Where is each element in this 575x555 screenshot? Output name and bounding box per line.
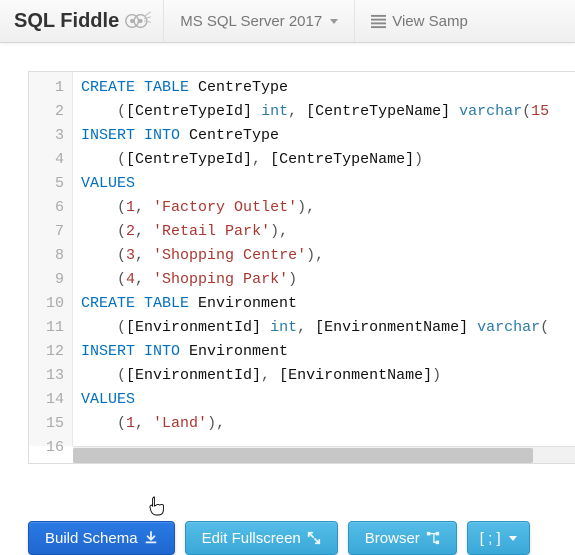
line-number: 15 <box>29 412 64 436</box>
action-buttons: Build Schema Edit Fullscreen Browser [ ;… <box>28 521 530 555</box>
code-area[interactable]: CREATE TABLE CentreType ([CentreTypeId] … <box>73 72 575 446</box>
brand-label: SQL Fiddle <box>14 10 119 33</box>
line-number: 12 <box>29 340 64 364</box>
terminator-button[interactable]: [ ; ] <box>467 521 530 555</box>
terminator-label: [ ; ] <box>480 530 501 547</box>
code-line: INSERT INTO CentreType <box>81 124 575 148</box>
code-line: ([CentreTypeId] int, [CentreTypeName] va… <box>81 100 575 124</box>
line-number: 2 <box>29 100 64 124</box>
edit-fullscreen-button[interactable]: Edit Fullscreen <box>185 521 338 555</box>
code-line: ([CentreTypeId], [CentreTypeName]) <box>81 148 575 172</box>
tree-icon <box>426 531 440 545</box>
browser-label: Browser <box>365 530 420 547</box>
view-sample-button[interactable]: View Samp <box>354 0 484 42</box>
caret-down-icon <box>330 19 338 24</box>
line-number: 14 <box>29 388 64 412</box>
code-line: (4, 'Shopping Park') <box>81 268 575 292</box>
line-number: 7 <box>29 220 64 244</box>
code-line: ([EnvironmentId], [EnvironmentName]) <box>81 364 575 388</box>
line-number: 3 <box>29 124 64 148</box>
code-line: (3, 'Shopping Centre'), <box>81 244 575 268</box>
code-line: (2, 'Retail Park'), <box>81 220 575 244</box>
code-line: ([EnvironmentId] int, [EnvironmentName] … <box>81 316 575 340</box>
download-icon <box>144 531 158 545</box>
line-number: 8 <box>29 244 64 268</box>
line-number: 11 <box>29 316 64 340</box>
schema-editor[interactable]: 12345678910111213141516 CREATE TABLE Cen… <box>28 71 575 464</box>
line-number: 1 <box>29 76 64 100</box>
code-line: VALUES <box>81 388 575 412</box>
db-engine-selector[interactable]: MS SQL Server 2017 <box>163 0 354 42</box>
build-schema-button[interactable]: Build Schema <box>28 521 175 555</box>
line-number-gutter: 12345678910111213141516 <box>29 72 73 446</box>
line-number: 16 <box>29 436 64 460</box>
fullscreen-icon <box>307 531 321 545</box>
owl-logo-icon <box>123 10 151 32</box>
line-number: 13 <box>29 364 64 388</box>
editor-wrap: 12345678910111213141516 CREATE TABLE Cen… <box>0 43 575 537</box>
code-line: INSERT INTO Environment <box>81 340 575 364</box>
line-number: 4 <box>29 148 64 172</box>
browser-button[interactable]: Browser <box>348 521 457 555</box>
code-line: VALUES <box>81 172 575 196</box>
line-number: 6 <box>29 196 64 220</box>
list-icon <box>371 14 386 29</box>
line-number: 5 <box>29 172 64 196</box>
code-line: (1, 'Factory Outlet'), <box>81 196 575 220</box>
code-line: CREATE TABLE CentreType <box>81 76 575 100</box>
code-line: (1, 'Land'), <box>81 412 575 436</box>
build-schema-label: Build Schema <box>45 530 138 547</box>
brand[interactable]: SQL Fiddle <box>0 0 163 42</box>
code-line: CREATE TABLE Environment <box>81 292 575 316</box>
view-sample-label: View Samp <box>392 13 468 30</box>
scrollbar-thumb[interactable] <box>73 448 533 463</box>
edit-fullscreen-label: Edit Fullscreen <box>202 530 301 547</box>
line-number: 10 <box>29 292 64 316</box>
topbar: SQL Fiddle MS SQL Server 2017 View Samp <box>0 0 575 43</box>
line-number: 9 <box>29 268 64 292</box>
caret-down-icon <box>509 536 517 541</box>
db-engine-label: MS SQL Server 2017 <box>180 13 322 30</box>
horizontal-scrollbar[interactable] <box>73 446 575 463</box>
